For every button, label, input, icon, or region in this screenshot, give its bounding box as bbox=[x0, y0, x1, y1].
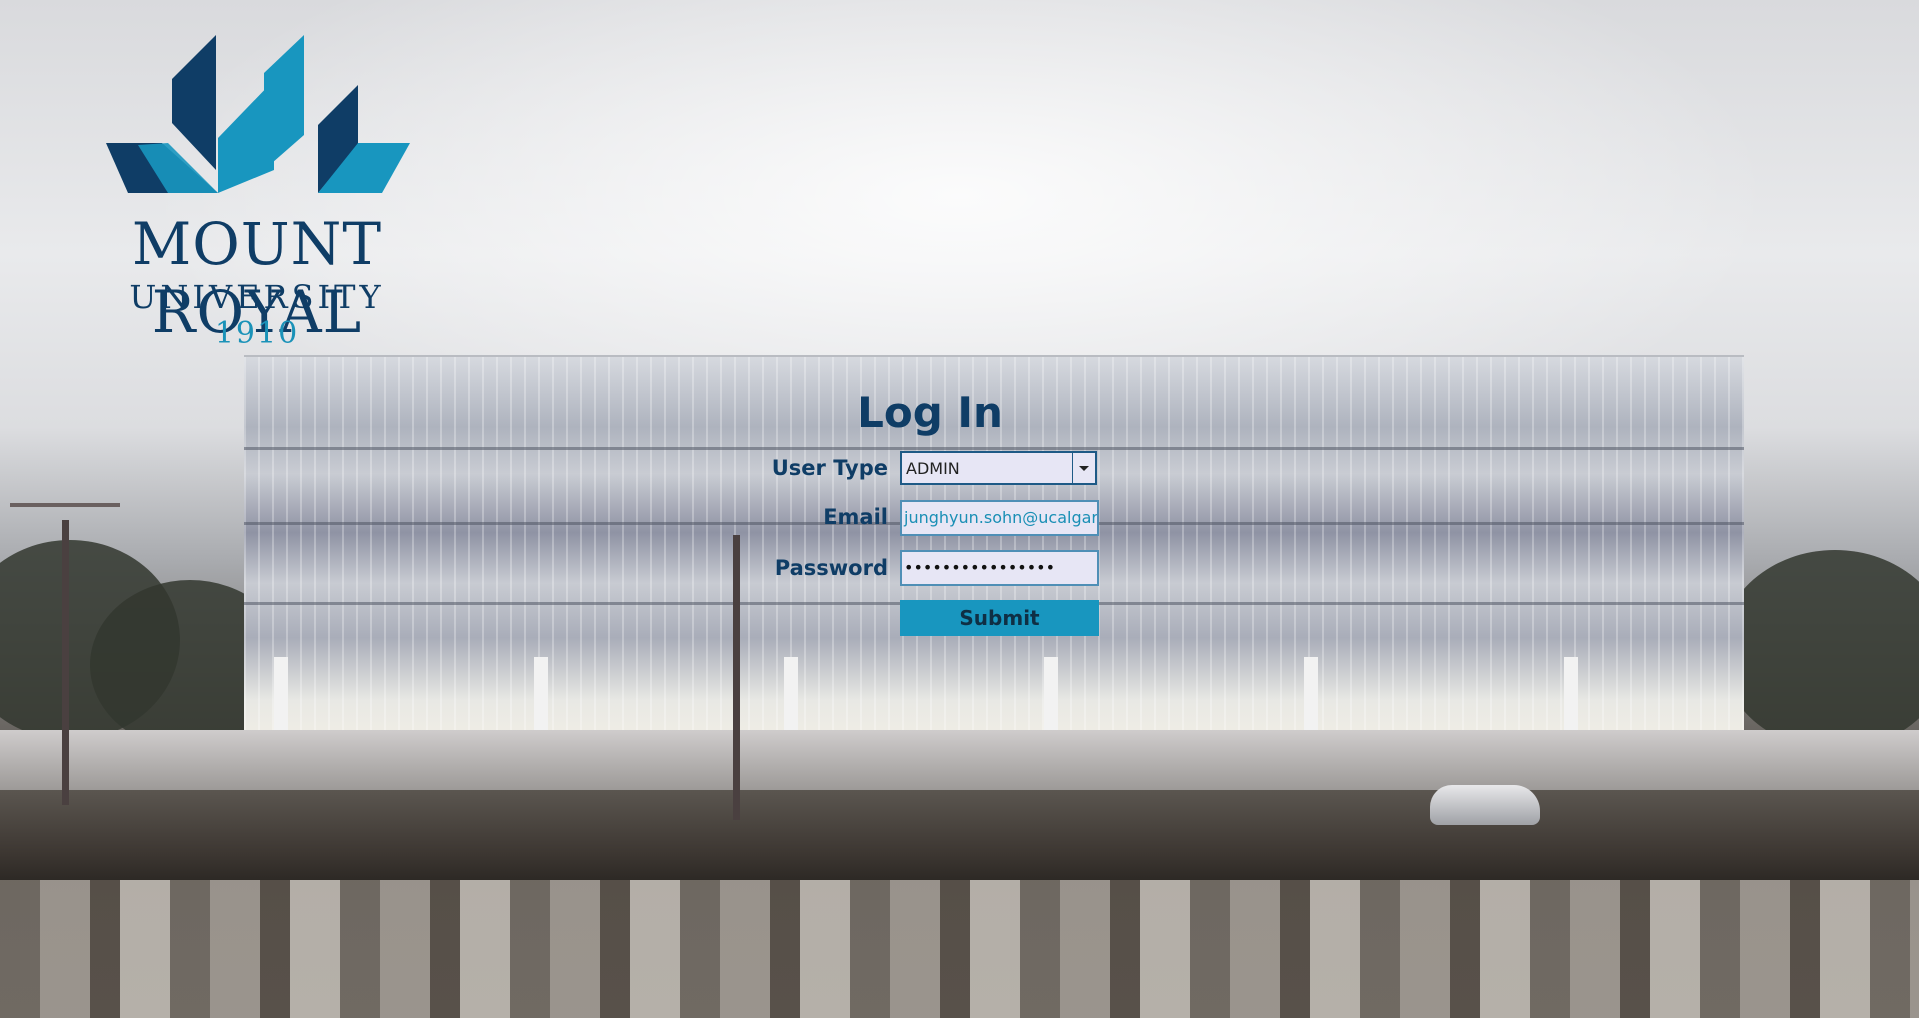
road bbox=[0, 790, 1919, 880]
tree bbox=[1720, 550, 1919, 750]
user-type-value: ADMIN bbox=[906, 459, 960, 478]
password-field[interactable]: •••••••••••••••• bbox=[900, 550, 1099, 586]
chevron-down-icon[interactable] bbox=[1072, 453, 1095, 483]
street-lamp bbox=[62, 520, 69, 805]
street-lamp bbox=[733, 535, 740, 820]
email-field[interactable]: junghyun.sohn@ucalgary bbox=[900, 500, 1099, 536]
password-label: Password bbox=[774, 556, 888, 580]
submit-button[interactable]: Submit bbox=[900, 600, 1099, 636]
logo-subtitle: UNIVERSITY bbox=[129, 278, 385, 316]
user-type-label: User Type bbox=[771, 456, 888, 480]
logo-year: 1910 bbox=[214, 316, 300, 351]
user-type-select[interactable]: ADMIN bbox=[900, 451, 1097, 485]
login-title: Log In bbox=[857, 388, 1003, 437]
plaza bbox=[0, 730, 1919, 790]
university-logo: MOUNT ROYAL UNIVERSITY 1910 bbox=[18, 35, 496, 355]
logo-emblem-icon bbox=[106, 35, 410, 193]
email-label: Email bbox=[823, 505, 888, 529]
wet-pavement-reflection bbox=[0, 880, 1919, 1018]
car bbox=[1430, 785, 1540, 825]
street-lamp-arm bbox=[10, 503, 120, 507]
login-form: Log In User Type ADMIN Email junghyun.so… bbox=[740, 388, 1120, 648]
